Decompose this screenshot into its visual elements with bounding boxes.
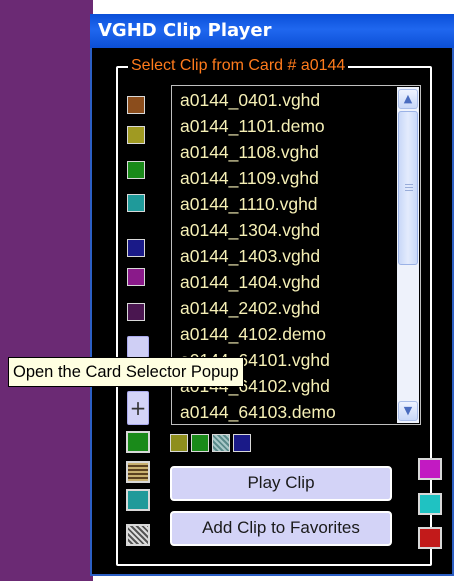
color-swatch-red[interactable] [418, 527, 442, 549]
list-item[interactable]: a0144_0401.vghd [180, 88, 320, 112]
color-swatch-cyan[interactable] [418, 493, 442, 515]
chevron-down-icon: ▼ [403, 404, 413, 417]
card-selector-button[interactable] [127, 336, 149, 358]
clip-player-window: VGHD Clip Player Select Clip from Card #… [90, 14, 454, 576]
color-swatch-green-small[interactable] [191, 434, 209, 452]
list-item[interactable]: a0144_1101.demo [180, 114, 325, 138]
color-swatch-navy-small[interactable] [233, 434, 251, 452]
list-item[interactable]: a0144_64103.demo [180, 400, 336, 424]
color-swatch-teal[interactable] [127, 194, 145, 212]
card-selector-tooltip: Open the Card Selector Popup [8, 357, 244, 387]
scroll-thumb[interactable] [398, 111, 418, 265]
clip-group-title: Select Clip from Card # a0144 [128, 55, 349, 77]
list-item[interactable]: a0144_2402.vghd [180, 296, 320, 320]
list-item[interactable]: a0144_1403.vghd [180, 244, 320, 268]
list-scrollbar[interactable]: ▲ ▼ [397, 87, 419, 423]
color-swatch-dither-small[interactable] [212, 434, 230, 452]
add-to-favorites-button[interactable]: Add Clip to Favorites [170, 511, 392, 546]
desktop-background [0, 0, 93, 581]
color-swatch-purple[interactable] [127, 268, 145, 286]
scroll-down-button[interactable]: ▼ [398, 401, 418, 421]
list-item[interactable]: a0144_1304.vghd [180, 218, 320, 242]
color-swatch-magenta[interactable] [418, 458, 442, 480]
list-item[interactable]: a0144_1110.vghd [180, 192, 318, 216]
play-clip-button[interactable]: Play Clip [170, 466, 392, 501]
pattern-swatch-hash[interactable] [126, 461, 150, 483]
color-swatch-green[interactable] [127, 161, 145, 179]
color-swatch-teal-lower[interactable] [126, 489, 150, 511]
color-swatch-brown[interactable] [127, 96, 145, 114]
color-swatch-plum[interactable] [127, 303, 145, 321]
list-item[interactable]: a0144_1404.vghd [180, 270, 320, 294]
color-swatch-navy[interactable] [127, 239, 145, 257]
scroll-up-button[interactable]: ▲ [398, 89, 418, 109]
window-title[interactable]: VGHD Clip Player [90, 14, 454, 48]
pattern-swatch-checker[interactable] [126, 524, 150, 546]
list-item[interactable]: a0144_1108.vghd [180, 140, 319, 164]
color-swatch-olive-small[interactable] [170, 434, 188, 452]
list-item[interactable]: a0144_1109.vghd [180, 166, 319, 190]
color-swatch-olive[interactable] [127, 126, 145, 144]
list-item[interactable]: a0144_4102.demo [180, 322, 326, 346]
color-swatch-green-lower[interactable] [126, 431, 150, 453]
chevron-up-icon: ▲ [403, 92, 413, 105]
add-card-button[interactable]: + [127, 391, 149, 425]
